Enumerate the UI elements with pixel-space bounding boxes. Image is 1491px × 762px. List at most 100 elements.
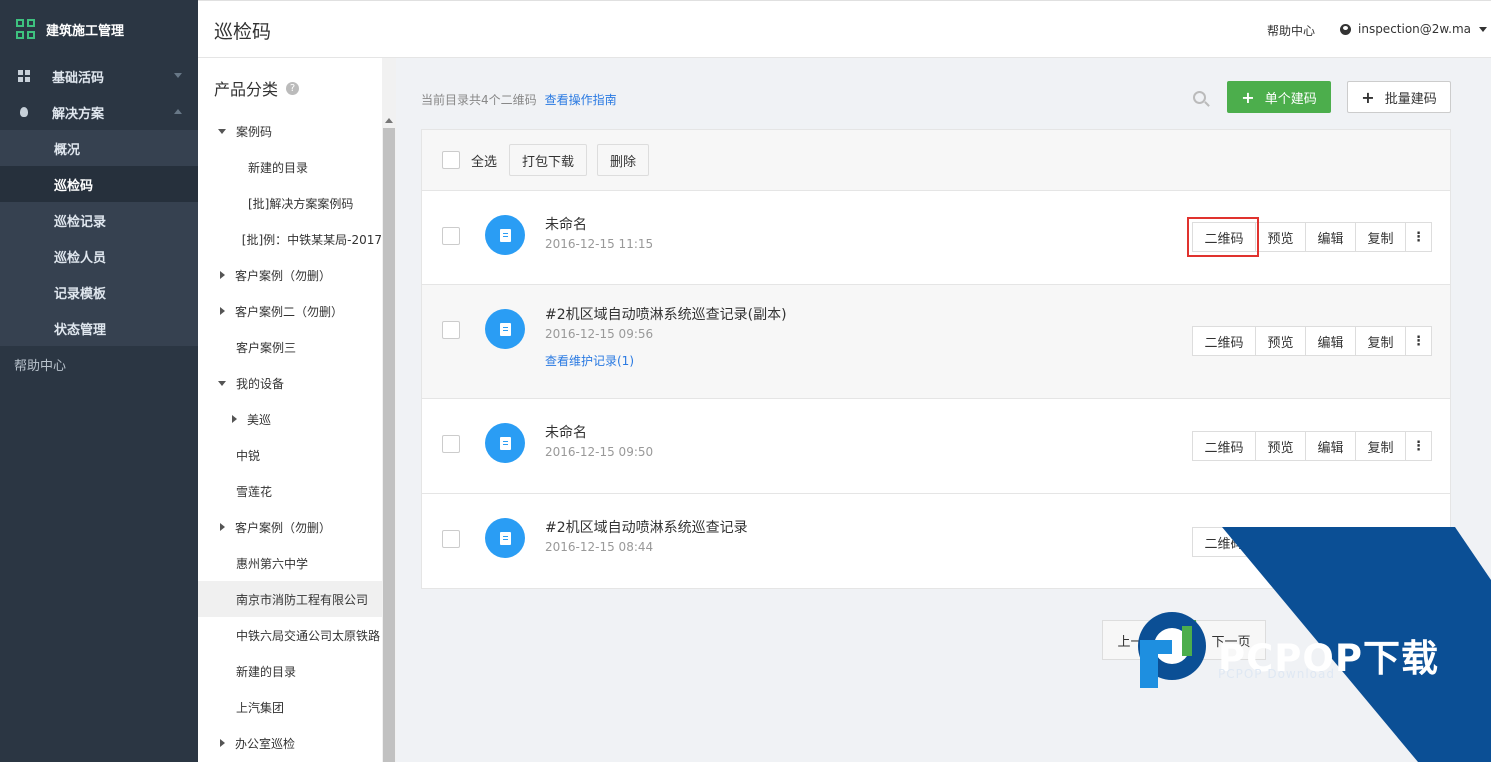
caret-right-icon[interactable] (220, 739, 225, 747)
prev-page-button[interactable]: 上一页 (1102, 620, 1172, 660)
category-node[interactable]: 新建的目录 (198, 149, 382, 185)
preview-button[interactable]: 预览 (1255, 222, 1306, 252)
clipboard-icon (485, 309, 525, 349)
qr-code-button[interactable]: 二维码 (1192, 431, 1256, 461)
item-name[interactable]: 未命名 (545, 214, 587, 234)
category-tree: 案例码 新建的目录 [批]解决方案案例码 [批]例：中铁某某局-2017 客户案例（勿删… (198, 113, 382, 761)
next-page-button[interactable]: 下一页 (1196, 620, 1266, 660)
category-scrollbar[interactable] (382, 58, 396, 762)
category-node[interactable]: 上汽集团 (198, 689, 382, 725)
row-checkbox[interactable] (442, 227, 460, 245)
caret-right-icon[interactable] (220, 523, 225, 531)
edit-button[interactable]: 编辑 (1305, 431, 1356, 461)
select-all-checkbox[interactable] (442, 151, 460, 169)
more-icon[interactable]: ⋮ (1405, 431, 1432, 461)
edit-button[interactable]: 编辑 (1305, 222, 1356, 252)
app-logo-icon (16, 19, 36, 39)
category-node-label: 客户案例三 (236, 340, 297, 355)
batch-create-button[interactable]: + 批量建码 (1347, 81, 1451, 113)
preview-button[interactable]: 预览 (1255, 326, 1306, 356)
nav-solutions[interactable]: 解决方案 (0, 94, 198, 130)
sub-item-label: 记录模板 (54, 286, 107, 302)
more-icon[interactable]: ⋮ (1405, 527, 1432, 557)
copy-button[interactable]: 复制 (1355, 431, 1406, 461)
category-node-label: 新建的目录 (248, 160, 309, 175)
guide-link[interactable]: 查看操作指南 (545, 93, 617, 107)
edit-button[interactable]: 编辑 (1305, 527, 1356, 557)
scrollbar-thumb[interactable] (383, 128, 395, 762)
category-node-label: 我的设备 (236, 376, 285, 391)
item-date: 2016-12-15 09:56 (545, 327, 654, 341)
qr-code-button[interactable]: 二维码 (1192, 326, 1256, 356)
category-node[interactable]: 客户案例（勿删） (198, 257, 382, 293)
preview-button[interactable]: 预览 (1255, 527, 1306, 557)
plus-icon: + (1241, 87, 1255, 107)
qr-code-button[interactable]: 二维码 (1192, 527, 1256, 557)
category-node[interactable]: 雪莲花 (198, 473, 382, 509)
category-node[interactable]: 客户案例（勿删） (198, 509, 382, 545)
copy-button[interactable]: 复制 (1355, 326, 1406, 356)
maintenance-records-link[interactable]: 查看维护记录(1) (545, 352, 634, 369)
category-title: 产品分类 ? (214, 76, 300, 100)
batch-create-label: 批量建码 (1384, 91, 1437, 107)
caret-right-icon[interactable] (232, 415, 237, 423)
row-checkbox[interactable] (442, 530, 460, 548)
more-icon[interactable]: ⋮ (1405, 222, 1432, 252)
brand[interactable]: 建筑施工管理 (0, 0, 198, 58)
current-page-button[interactable]: 1 (1171, 620, 1197, 660)
category-node[interactable]: 中铁六局交通公司太原铁路 (198, 617, 382, 653)
category-node[interactable]: 新建的目录 (198, 653, 382, 689)
category-node[interactable]: 南京市消防工程有限公司 (198, 581, 382, 617)
row-actions: 二维码 预览 编辑 复制 ⋮ (1192, 326, 1432, 356)
user-menu[interactable]: inspection@2w.ma (1340, 22, 1487, 36)
copy-button[interactable]: 复制 (1355, 222, 1406, 252)
select-all-label[interactable]: 全选 (471, 151, 497, 170)
category-node[interactable]: [批]例：中铁某某局-2017 (198, 221, 382, 257)
category-node[interactable]: 美巡 (198, 401, 382, 437)
row-checkbox[interactable] (442, 321, 460, 339)
create-single-code-button[interactable]: + 单个建码 (1227, 81, 1331, 113)
sub-item-inspection-records[interactable]: 巡检记录 (0, 202, 198, 238)
item-name[interactable]: #2机区域自动喷淋系统巡查记录 (545, 517, 748, 537)
caret-down-icon[interactable] (218, 128, 226, 134)
sub-item-status-management[interactable]: 状态管理 (0, 310, 198, 346)
category-node[interactable]: 客户案例二（勿删） (198, 293, 382, 329)
pagination: 上一页 1 下一页 (1102, 620, 1266, 660)
sub-item-label: 概况 (54, 142, 81, 158)
delete-button[interactable]: 删除 (597, 144, 650, 176)
caret-down-icon[interactable] (218, 380, 226, 386)
caret-right-icon[interactable] (220, 307, 225, 315)
category-node[interactable]: [批]解决方案案例码 (198, 185, 382, 221)
item-name[interactable]: #2机区域自动喷淋系统巡查记录(副本) (545, 304, 787, 324)
sub-item-record-templates[interactable]: 记录模板 (0, 274, 198, 310)
row-checkbox[interactable] (442, 435, 460, 453)
category-node[interactable]: 客户案例三 (198, 329, 382, 365)
category-node[interactable]: 惠州第六中学 (198, 545, 382, 581)
search-icon[interactable] (1193, 91, 1206, 104)
help-icon[interactable]: ? (286, 81, 300, 95)
category-panel: 产品分类 ? 案例码新建的目录 [批]解决方案案例码 [批]例：中铁某某局-2017… (198, 58, 396, 762)
category-node[interactable]: 案例码 (198, 113, 382, 149)
sub-item-overview[interactable]: 概况 (0, 130, 198, 166)
category-node[interactable]: 我的设备 (198, 365, 382, 401)
category-node-label: 雪莲花 (236, 484, 273, 499)
category-node[interactable]: 办公室巡检 (198, 725, 382, 761)
item-date: 2016-12-15 08:44 (545, 540, 654, 554)
more-icon[interactable]: ⋮ (1405, 326, 1432, 356)
scroll-up-icon[interactable] (385, 118, 393, 123)
sub-item-inspectors[interactable]: 巡检人员 (0, 238, 198, 274)
category-node[interactable]: 中锐 (198, 437, 382, 473)
edit-button[interactable]: 编辑 (1305, 326, 1356, 356)
help-center-link[interactable]: 帮助中心 (1267, 22, 1315, 39)
nav-basic-codes[interactable]: 基础活码 (0, 58, 198, 94)
bulk-download-button[interactable]: 打包下载 (509, 144, 588, 176)
item-name[interactable]: 未命名 (545, 422, 587, 442)
preview-button[interactable]: 预览 (1255, 431, 1306, 461)
item-date: 2016-12-15 11:15 (545, 237, 654, 251)
clipboard-icon (485, 423, 525, 463)
highlight-box (1187, 217, 1259, 257)
copy-button[interactable]: 复制 (1355, 527, 1406, 557)
caret-right-icon[interactable] (220, 271, 225, 279)
sidebar-help-center[interactable]: 帮助中心 (0, 346, 198, 382)
sub-item-inspection-code[interactable]: 巡检码 (0, 166, 198, 202)
